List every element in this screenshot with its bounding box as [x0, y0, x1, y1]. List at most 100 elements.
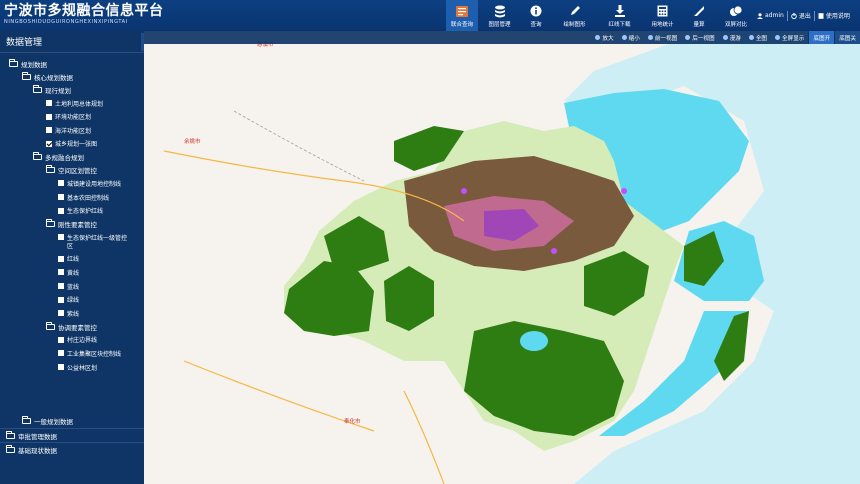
username: admin	[765, 12, 784, 19]
layer-checkbox[interactable]	[58, 194, 64, 200]
tree-layer-item[interactable]: 公益林区划	[58, 362, 97, 372]
layer-checkbox[interactable]	[46, 113, 52, 120]
zoom-in-tool[interactable]: 放大	[591, 31, 617, 44]
layer-checkbox[interactable]	[58, 234, 64, 241]
pan-label: 漫游	[729, 35, 741, 42]
tree-layer-item[interactable]: 紫线	[58, 308, 79, 318]
tree-label: 城乡规划一张图	[55, 141, 98, 149]
user-account[interactable]: admin	[757, 12, 784, 19]
help-label: 使用说明	[825, 13, 850, 20]
nav-joint-query-label: 联合查询	[450, 21, 473, 28]
tree-label-wrap: 区	[67, 242, 74, 250]
tree-label: 红线	[67, 256, 80, 264]
download-icon	[612, 4, 628, 19]
map-toolbar: 放大 缩小 前一视图 后一视图 漫游 全图 全屏显示 底图开 底图关	[144, 31, 860, 44]
zoom-out-tool[interactable]: 缩小	[618, 31, 644, 44]
layer-checkbox[interactable]	[58, 207, 64, 214]
logout-button[interactable]: 退出	[791, 11, 811, 20]
folder-icon	[46, 165, 55, 174]
full-extent-tool[interactable]: 全图	[745, 31, 771, 44]
fullscreen-tool[interactable]: 全屏显示	[771, 31, 808, 44]
nav-layer-manage[interactable]: 图层管理	[478, 0, 521, 31]
tree-layer-item[interactable]: 土地利用总体规划	[46, 98, 103, 108]
tree-layer-item[interactable]: 环境功能区划	[46, 112, 91, 122]
fullscreen-label: 全屏显示	[782, 35, 805, 42]
tree-label: 空间区划管控	[58, 167, 97, 176]
tree-label: 刚性要素管控	[58, 221, 97, 230]
layer-checkbox[interactable]	[58, 350, 64, 357]
tree-label: 土地利用总体规划	[55, 100, 104, 108]
tree-layer-item[interactable]: 基本农田控制线	[58, 192, 109, 202]
layer-checkbox[interactable]	[58, 269, 64, 276]
tree-layer-item[interactable]: 城乡规划一张图	[46, 139, 97, 149]
tree-folder[interactable]: 核心规划数据	[22, 72, 73, 82]
layer-checkbox[interactable]	[58, 255, 64, 262]
tree-folder[interactable]: 刚性要素管控	[46, 219, 97, 229]
nav-draw[interactable]: 绘制图形	[551, 0, 598, 31]
layer-checkbox[interactable]	[58, 283, 64, 289]
tree-folder[interactable]: 多规融合规划	[33, 152, 84, 162]
tree-label: 海洋功能区划	[55, 127, 92, 135]
map-canvas[interactable]	[144, 31, 860, 484]
zoom-in-label: 放大	[602, 35, 614, 42]
tree-layer-item[interactable]: 绿线	[58, 295, 79, 305]
tree-folder[interactable]: 一般规划数据	[22, 415, 73, 426]
tree-label: 多规融合规划	[45, 154, 84, 163]
folder-icon	[46, 321, 55, 330]
prev-view-label: 前一视图	[654, 35, 678, 42]
tree-folder[interactable]: 空间区划管控	[46, 165, 97, 175]
tree-layer-item[interactable]: 红线	[58, 254, 79, 264]
tree-approval-data[interactable]: 审批管理数据	[0, 428, 144, 442]
tree-label: 黄线	[67, 269, 80, 277]
tree-layer-item[interactable]: 海洋功能区划	[46, 125, 91, 135]
nav-joint-query[interactable]: 联合查询	[446, 0, 478, 31]
nav-query[interactable]: 查询	[521, 0, 551, 31]
nav-redline-download-label: 红线下载	[608, 21, 631, 28]
help-button[interactable]: 使用说明	[818, 11, 850, 20]
tree-basic-data[interactable]: 基础现状数据	[0, 442, 144, 456]
tree-layer-item[interactable]: 村庄边界线	[58, 335, 97, 345]
tree-layer-item[interactable]: 城镇建设用地控制线	[58, 178, 121, 188]
app-logo: 宁波市多规融合信息平台 NINGBOSHIDUOGUIRONGHEXINXIPI…	[4, 3, 164, 26]
tree-layer-item[interactable]: 蓝线	[58, 281, 79, 291]
layer-checkbox[interactable]	[46, 140, 52, 147]
tree-folder[interactable]: 现行规划	[33, 85, 71, 95]
tree-label: 核心规划数据	[34, 74, 73, 82]
nav-dual-compare[interactable]: 双屏对比	[714, 0, 758, 31]
basemap-on-button[interactable]: 底图开	[808, 31, 835, 44]
help-doc-icon	[818, 12, 824, 19]
tree-label: 城镇建设用地控制线	[67, 180, 122, 188]
basemap-off-button[interactable]: 底图关	[834, 31, 860, 44]
tree-approval-label: 审批管理数据	[18, 432, 57, 441]
map-view[interactable]: 慈溪市 余姚市 奉化市 放大 缩小 前一视图 后一视图 漫游 全图 全屏显示 底…	[144, 31, 860, 484]
layer-checkbox[interactable]	[58, 180, 64, 187]
layer-checkbox[interactable]	[58, 364, 64, 370]
tree-label: 村庄边界线	[67, 337, 98, 345]
tree-label: 生态保护红线	[67, 208, 104, 216]
layer-checkbox[interactable]	[46, 127, 52, 134]
layer-checkbox[interactable]	[46, 100, 52, 106]
tree-label: 环境功能区划	[55, 114, 92, 122]
tree-layer-item[interactable]: 工业集聚区块控制线	[58, 348, 121, 358]
nav-land-stats-label: 用地统计	[651, 21, 674, 28]
next-view-tool[interactable]: 后一视图	[681, 31, 718, 44]
tree-label: 一般规划数据	[34, 417, 73, 426]
app-title: 宁波市多规融合信息平台	[4, 3, 164, 19]
zoom-out-label: 缩小	[628, 35, 640, 42]
sidebar-title: 数据管理	[0, 31, 144, 53]
layer-checkbox[interactable]	[58, 336, 64, 343]
layer-checkbox[interactable]	[58, 310, 64, 317]
nav-measure[interactable]: 量算	[684, 0, 714, 31]
zoom-in-icon	[595, 35, 601, 40]
layer-checkbox[interactable]	[58, 296, 64, 303]
tree-layer-item[interactable]: 黄线	[58, 267, 79, 277]
tree-folder[interactable]: 协调要素管控	[46, 321, 97, 332]
nav-redline-download[interactable]: 红线下载	[598, 0, 641, 31]
fullscreen-icon	[775, 35, 781, 40]
tree-label: 生态保护红线一级管控	[67, 234, 128, 242]
nav-land-stats[interactable]: 用地统计	[641, 0, 684, 31]
tree-layer-item[interactable]: 生态保护红线	[58, 206, 103, 216]
tree-folder[interactable]: 规划数据	[9, 59, 47, 69]
prev-view-tool[interactable]: 前一视图	[644, 31, 681, 44]
pan-tool[interactable]: 漫游	[719, 31, 745, 44]
